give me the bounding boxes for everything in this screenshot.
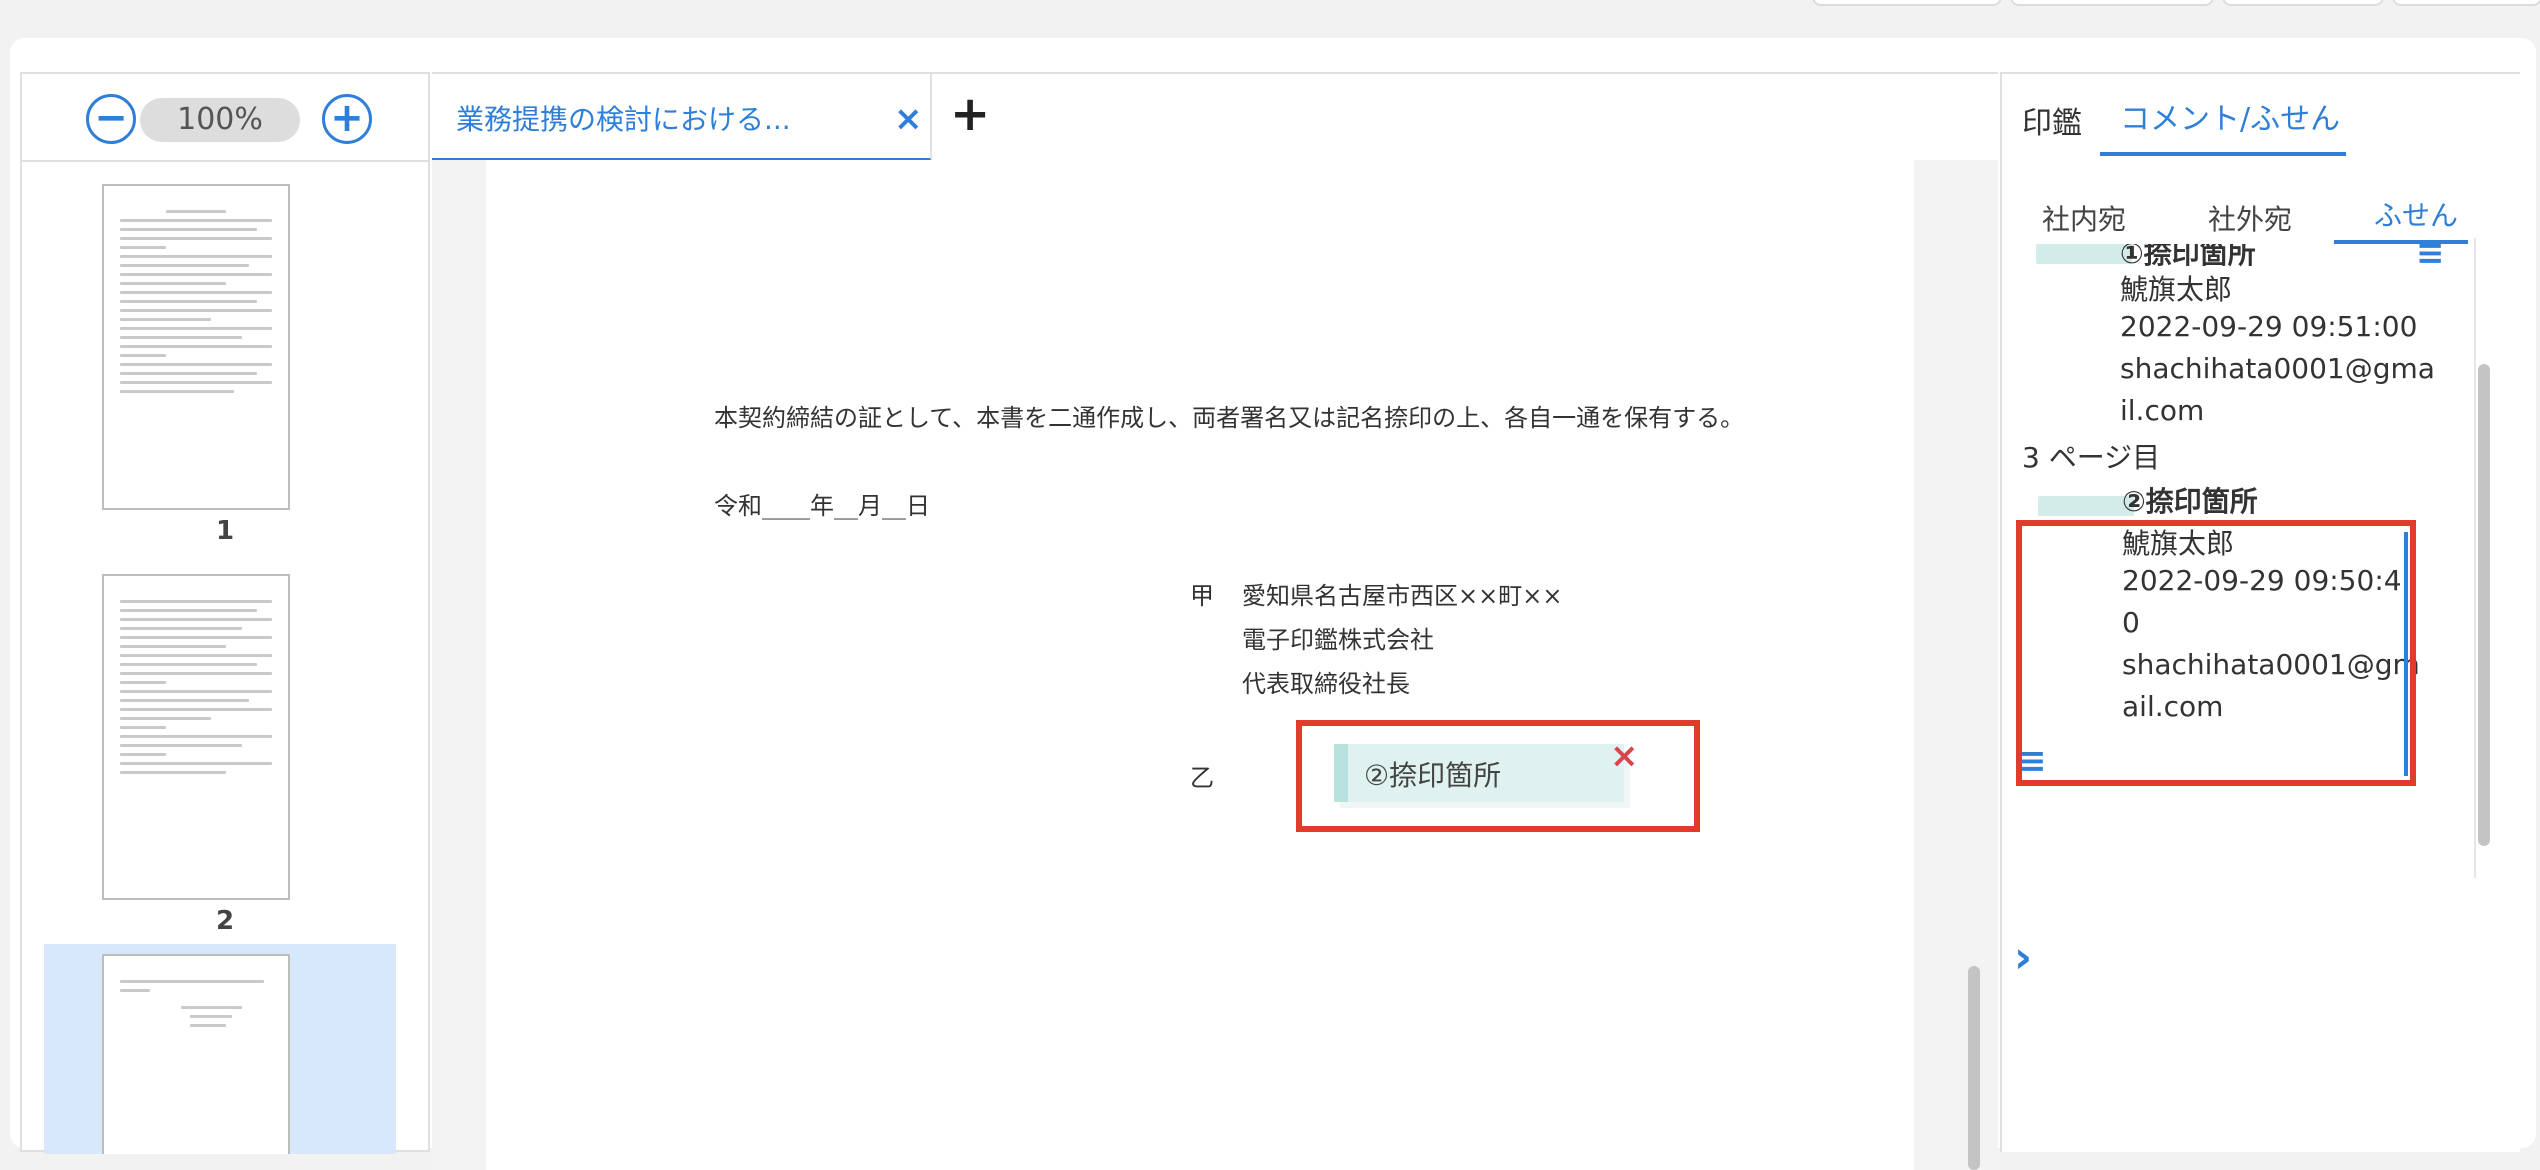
thumbnail-item-page-3[interactable] bbox=[44, 944, 396, 1154]
selected-note-highlight bbox=[2016, 520, 2416, 786]
party-a-company: 電子印鑑株式会社 bbox=[1242, 626, 1434, 654]
thumbnail-item-page-2[interactable]: 2 bbox=[22, 554, 428, 936]
thumbnail-page-image bbox=[102, 184, 290, 510]
thumbnail-list[interactable]: 1 2 bbox=[22, 164, 428, 1154]
note-menu-icon[interactable]: ≡ bbox=[2416, 244, 2445, 270]
add-tab-icon[interactable]: + bbox=[950, 90, 990, 138]
party-b-label: 乙 bbox=[1190, 764, 1214, 792]
sticky-note-icon bbox=[2038, 496, 2134, 516]
party-a-title: 代表取締役社長 bbox=[1242, 670, 1410, 698]
document-tab-bar: 業務提携の検討における... × + bbox=[432, 72, 1998, 162]
party-a-label: 甲 bbox=[1190, 582, 1214, 610]
stamp-location-highlight: ②捺印箇所 × bbox=[1296, 720, 1700, 832]
tab-inkan[interactable]: 印鑑 bbox=[2022, 98, 2082, 142]
sticky-delete-icon[interactable]: × bbox=[1610, 736, 1639, 776]
thumbnail-panel: − 100% + 1 2 bbox=[20, 72, 430, 1154]
toolbar-button-2[interactable] bbox=[2010, 0, 2214, 6]
note-list-scrollbar-thumb[interactable] bbox=[2478, 364, 2490, 846]
page-group-heading: 3 ページ目 bbox=[2022, 441, 2161, 474]
sticky-note[interactable]: ②捺印箇所 × bbox=[1334, 736, 1639, 802]
note-author: 鯱旗太郎 bbox=[2120, 273, 2233, 306]
document-scrollbar[interactable] bbox=[1964, 160, 1984, 1170]
subtab-internal[interactable]: 社内宛 bbox=[2042, 198, 2126, 238]
comment-panel: 印鑑 コメント/ふせん 社内宛 社外宛 ふせん ①捺印箇所 ≡ 鯱旗太郎 202… bbox=[2000, 72, 2520, 1152]
subtab-external[interactable]: 社外宛 bbox=[2208, 198, 2292, 238]
document-viewer[interactable]: 本契約締結の証として、本書を二通作成し、両者署名又は記名捺印の上、各自一通を保有… bbox=[432, 160, 1998, 1170]
document-closing-text: 本契約締結の証として、本書を二通作成し、両者署名又は記名捺印の上、各自一通を保有… bbox=[714, 404, 1745, 432]
document-page: 本契約締結の証として、本書を二通作成し、両者署名又は記名捺印の上、各自一通を保有… bbox=[486, 160, 1914, 1170]
thumbnail-page-number: 2 bbox=[215, 906, 235, 936]
thumbnail-page-number: 1 bbox=[215, 516, 235, 546]
zoom-in-button[interactable]: + bbox=[322, 94, 372, 144]
note-email-cont: il.com bbox=[2120, 394, 2205, 427]
selected-note-indicator bbox=[2404, 532, 2408, 776]
tab-document[interactable]: 業務提携の検討における... × bbox=[432, 74, 932, 162]
note-email: shachihata0001@gma bbox=[2120, 352, 2435, 385]
zoom-out-button[interactable]: − bbox=[86, 94, 136, 144]
zoom-bar: − 100% + bbox=[22, 72, 428, 162]
subtab-sticky[interactable]: ふせん bbox=[2374, 194, 2458, 234]
sticky-note-icon bbox=[2036, 244, 2132, 264]
toolbar-button-1[interactable] bbox=[1812, 0, 2002, 6]
active-tab-indicator bbox=[2100, 152, 2346, 156]
thumbnail-page-image bbox=[102, 954, 290, 1154]
sticky-note-label: ②捺印箇所 bbox=[1364, 759, 1502, 792]
document-scrollbar-thumb[interactable] bbox=[1968, 966, 1980, 1170]
tab-comments-sticky[interactable]: コメント/ふせん bbox=[2120, 94, 2340, 138]
toolbar-button-3[interactable] bbox=[2222, 0, 2384, 6]
toolbar-button-4[interactable] bbox=[2392, 0, 2540, 6]
close-tab-icon[interactable]: × bbox=[894, 102, 923, 136]
thumbnail-page-image bbox=[102, 574, 290, 900]
party-a-address: 愛知県名古屋市西区××町×× bbox=[1242, 582, 1563, 610]
note-title-selected: ②捺印箇所 bbox=[2122, 485, 2258, 518]
chevron-right-icon[interactable]: › bbox=[2014, 936, 2032, 980]
tab-document-label: 業務提携の検討における... bbox=[456, 103, 791, 136]
thumbnail-item-page-1[interactable]: 1 bbox=[22, 164, 428, 546]
note-datetime: 2022-09-29 09:51:00 bbox=[2120, 310, 2418, 343]
zoom-level: 100% bbox=[140, 98, 300, 142]
document-date-line: 令和____年__月__日 bbox=[714, 492, 930, 520]
